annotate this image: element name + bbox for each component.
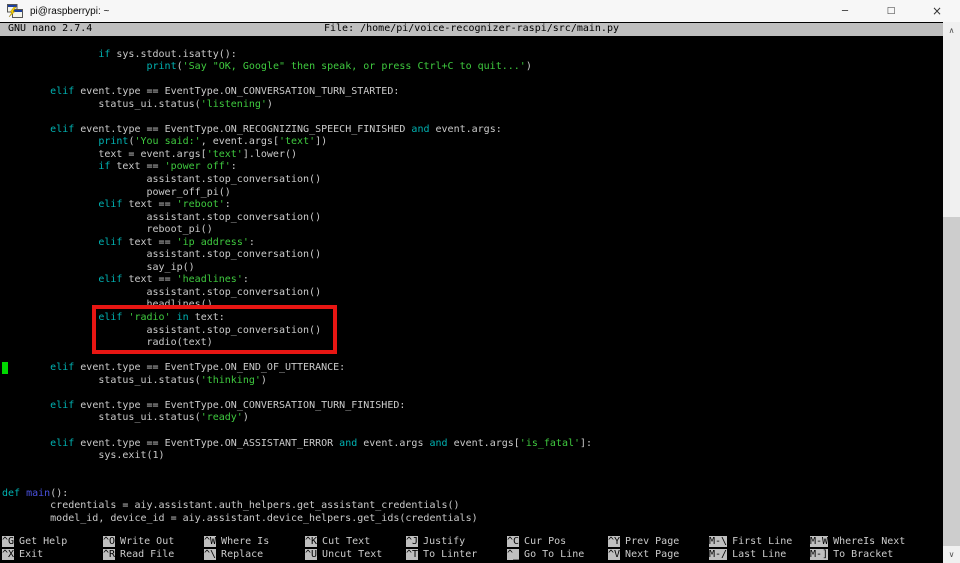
code-line: if sys.stdout.isatty():: [98, 48, 237, 60]
shortcut-cut-text: ^K Cut Text: [305, 536, 371, 547]
code-line: elif event.type == EventType.ON_RECOGNIZ…: [50, 123, 502, 135]
terminal-screen[interactable]: File: /home/pi/voice-recognizer-raspi/sr…: [0, 22, 943, 563]
code-line: assistant.stop_conversation(): [2, 286, 322, 298]
code-line: status_ui.status('ready'): [2, 412, 249, 424]
code-line: elif text == 'ip address':: [98, 236, 255, 248]
scrollbar[interactable]: ∧ ∨: [943, 22, 960, 563]
code-line: assistant.stop_conversation(): [2, 174, 322, 186]
code-line: model_id, device_id = aiy.assistant.devi…: [2, 512, 478, 524]
code-line: elif event.type == EventType.ON_ASSISTAN…: [50, 437, 593, 449]
code-line: print('You said:', event.args['text']): [98, 136, 328, 148]
shortcut-whereis-next: M-W WhereIs Next: [810, 536, 906, 547]
footer-row-2: ^X Exit ^R Read File ^\ Replace ^U Uncut Text ^T…: [0, 548, 943, 562]
maximize-icon: □: [886, 6, 896, 16]
shortcut-write-out: ^O Write Out: [103, 536, 175, 547]
footer-row-1: ^G Get Help ^O Write Out ^W Where Is ^K Cut Tex…: [0, 536, 943, 549]
shortcut-uncut-text: ^U Uncut Text: [305, 548, 383, 560]
scroll-up-icon[interactable]: ∧: [943, 22, 960, 39]
scroll-down-icon[interactable]: ∨: [943, 546, 960, 563]
text-cursor: [2, 362, 8, 375]
code-line: elif text == 'reboot':: [98, 199, 231, 211]
minimize-icon: ─: [841, 5, 849, 17]
shortcut-prev-page: ^Y Prev Page: [608, 536, 680, 547]
code-line: print('Say "OK, Google" then speak, or p…: [146, 61, 532, 73]
shortcut-exit: ^X Exit: [2, 548, 44, 560]
code-line: credentials = aiy.assistant.auth_helpers…: [2, 500, 460, 512]
code-line: say_ip(): [2, 261, 195, 273]
code-line: assistant.stop_conversation(): [2, 211, 322, 223]
nano-version: GNU nano 2.7.4: [8, 23, 93, 34]
code-line: status_ui.status('thinking'): [2, 374, 267, 386]
shortcut-first-line: M-\ First Line: [709, 536, 793, 547]
shortcut-to-bracket: M-] To Bracket: [810, 548, 894, 560]
shortcut-where-is: ^W Where Is: [204, 536, 270, 547]
code-line: def main():: [2, 487, 69, 499]
shortcut-go-to-line: ^_ Go To Line: [507, 548, 585, 560]
shortcut-last-line: M-/Last Line: [709, 548, 787, 560]
nano-file-path: File: /home/pi/voice-recognizer-raspi/sr…: [323, 23, 619, 34]
code-line: elif text == 'headlines':: [98, 274, 249, 286]
putty-window: pi@raspberrypi: ~ ─ □ × File: /home/pi/v…: [0, 0, 960, 563]
code-line: status_ui.status('listening'): [2, 98, 273, 110]
code-area: if sys.stdout.isatty(): print('Say "OK, …: [0, 36, 943, 525]
putty-icon: [7, 4, 23, 18]
code-line: elif event.type == EventType.ON_CONVERSA…: [50, 86, 400, 98]
nano-shortcut-bar: ^G Get Help ^O Write Out ^W Where Is ^K Cut Tex…: [0, 536, 943, 561]
shortcut-replace: ^\ Replace: [204, 548, 264, 560]
nano-title-bar: File: /home/pi/voice-recognizer-raspi/sr…: [0, 23, 943, 36]
code-line: text = event.args['text'].lower(): [2, 148, 298, 160]
code-line: reboot_pi(): [2, 224, 213, 236]
minimize-button[interactable]: ─: [822, 0, 868, 22]
shortcut-to-linter: ^T To Linter: [406, 548, 478, 560]
code-line: if text == 'power off':: [98, 161, 237, 173]
maximize-button[interactable]: □: [868, 0, 914, 22]
code-line: sys.exit(1): [2, 450, 165, 462]
close-icon: ×: [931, 4, 943, 18]
close-button[interactable]: ×: [914, 0, 960, 22]
window-title: pi@raspberrypi: ~: [30, 5, 110, 17]
shortcut-justify: ^J Justify: [406, 536, 466, 547]
code-line: elif event.type == EventType.ON_END_OF_U…: [50, 362, 346, 374]
code-line: assistant.stop_conversation(): [2, 249, 322, 261]
shortcut-read-file: ^R Read File: [103, 548, 175, 560]
shortcut-cur-pos: ^C Cur Pos: [507, 536, 567, 547]
code-line: power_off_pi(): [2, 186, 231, 198]
shortcut-next-page: ^V Next Page: [608, 548, 680, 560]
title-bar[interactable]: pi@raspberrypi: ~ ─ □ ×: [0, 0, 960, 22]
shortcut-get-help: ^G Get Help: [2, 536, 68, 547]
code-line: elif event.type == EventType.ON_CONVERSA…: [50, 399, 406, 411]
scrollbar-thumb[interactable]: [943, 217, 960, 546]
highlight-box: [92, 305, 337, 354]
